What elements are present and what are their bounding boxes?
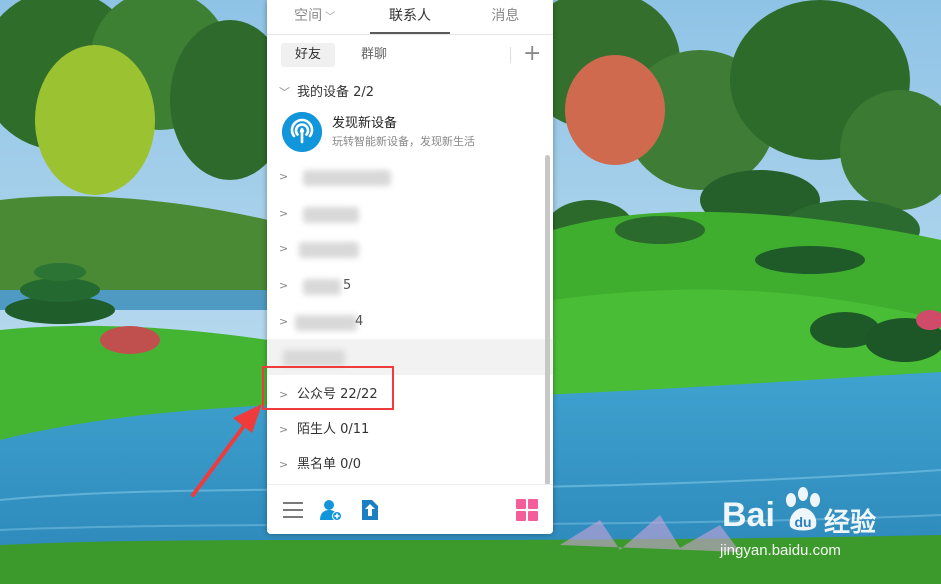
chevron-right-icon: > (279, 207, 289, 220)
svg-text:du: du (794, 514, 811, 530)
contact-group-list: ﹀ 我的设备 2/2 发现新设备 玩转智能新设备，发现新生活 > > > > 5… (267, 75, 553, 483)
group-blurred-5[interactable]: > 4 (267, 304, 553, 340)
chevron-right-icon: > (279, 458, 289, 471)
watermark-cn: 经验 (824, 508, 877, 538)
group-blacklist[interactable]: > 黑名单 0/0 (267, 447, 553, 483)
watermark-url: jingyan.baidu.com (720, 542, 841, 559)
watermark-brand: Bai (722, 496, 775, 534)
chevron-right-icon: > (279, 423, 289, 436)
tab-messages[interactable]: 消息 (458, 0, 553, 34)
contact-subtabs: 好友 群聊 + (267, 35, 553, 75)
blurred-group-suffix: 5 (343, 278, 352, 293)
device-subtitle: 玩转智能新设备，发现新生活 (332, 135, 475, 148)
paw-icon: du (786, 487, 820, 531)
chevron-right-icon: > (279, 315, 289, 328)
tab-space[interactable]: 空间 ﹀ (267, 0, 362, 34)
group-strangers[interactable]: > 陌生人 0/11 (267, 412, 553, 448)
add-friend-icon[interactable] (319, 498, 343, 522)
chevron-right-icon: > (279, 279, 289, 292)
scrollbar[interactable] (545, 155, 550, 485)
subtab-friends[interactable]: 好友 (281, 43, 336, 67)
blurred-group-name (295, 315, 357, 331)
group-blacklist-label: 黑名单 0/0 (297, 457, 362, 472)
contacts-panel: 空间 ﹀ 联系人 消息 好友 群聊 + ﹀ 我的设备 2/2 发现新设备 玩转智… (267, 0, 553, 534)
device-wifi-icon (282, 112, 322, 152)
tab-contacts-label: 联系人 (388, 8, 431, 24)
blurred-group-name (303, 170, 391, 186)
group-strangers-label: 陌生人 0/11 (297, 422, 370, 437)
device-item-discover[interactable]: 发现新设备 玩转智能新设备，发现新生活 (267, 106, 553, 154)
tab-space-label: 空间 (294, 8, 323, 24)
chevron-right-icon: > (279, 242, 289, 255)
apps-grid-icon[interactable] (515, 498, 539, 522)
blurred-group-suffix: 4 (355, 314, 364, 329)
bottom-toolbar (267, 484, 553, 534)
group-blurred-2[interactable]: > (267, 196, 553, 232)
highlight-box (262, 366, 394, 410)
subtab-groups[interactable]: 群聊 (347, 43, 401, 67)
tab-messages-label: 消息 (491, 8, 520, 24)
menu-icon[interactable] (281, 498, 305, 522)
blurred-group-name (303, 279, 341, 295)
chevron-down-icon: ﹀ (325, 12, 336, 23)
group-blurred-3[interactable]: > (267, 231, 553, 267)
file-transfer-icon[interactable] (357, 498, 381, 522)
group-blurred-4[interactable]: > 5 (267, 268, 553, 304)
tab-contacts[interactable]: 联系人 (362, 0, 457, 34)
group-blurred-1[interactable]: > (267, 159, 553, 195)
blurred-group-name (299, 242, 359, 258)
device-title: 发现新设备 (332, 116, 398, 131)
blurred-group-name (303, 207, 359, 223)
blurred-group-name (283, 350, 345, 366)
subtab-divider (510, 47, 511, 63)
baidu-jingyan-watermark: Bai du 经验 jingyan.baidu.com (718, 480, 938, 580)
top-tabs: 空间 ﹀ 联系人 消息 (267, 0, 553, 34)
add-icon[interactable]: + (523, 42, 541, 66)
chevron-right-icon: > (279, 170, 289, 183)
